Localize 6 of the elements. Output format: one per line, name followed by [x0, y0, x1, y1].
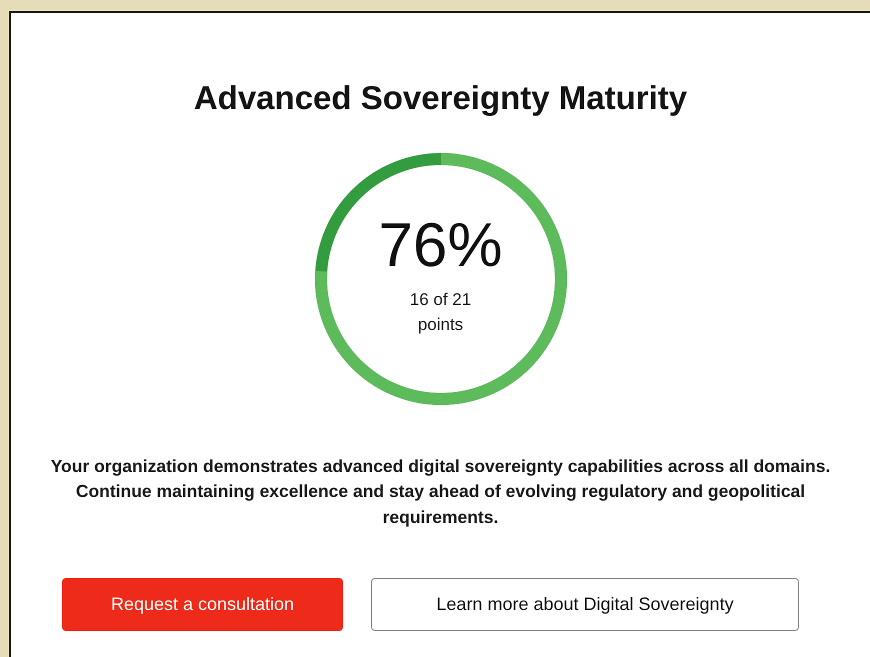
consultation-button[interactable]: Request a consultation [62, 578, 343, 631]
score-percent: 76% [378, 214, 503, 276]
learn-more-button[interactable]: Learn more about Digital Sovereignty [371, 578, 799, 631]
score-points: 16 of 21 points [408, 288, 472, 336]
title: Advanced Sovereignty Maturity [194, 81, 688, 114]
result-message: Your organization demonstrates advanced digital sovereignty capabilities across all domains. Continue maintaining excellence and stay ahead of evolving regulatory and geopolitical requirements. [50, 455, 832, 529]
